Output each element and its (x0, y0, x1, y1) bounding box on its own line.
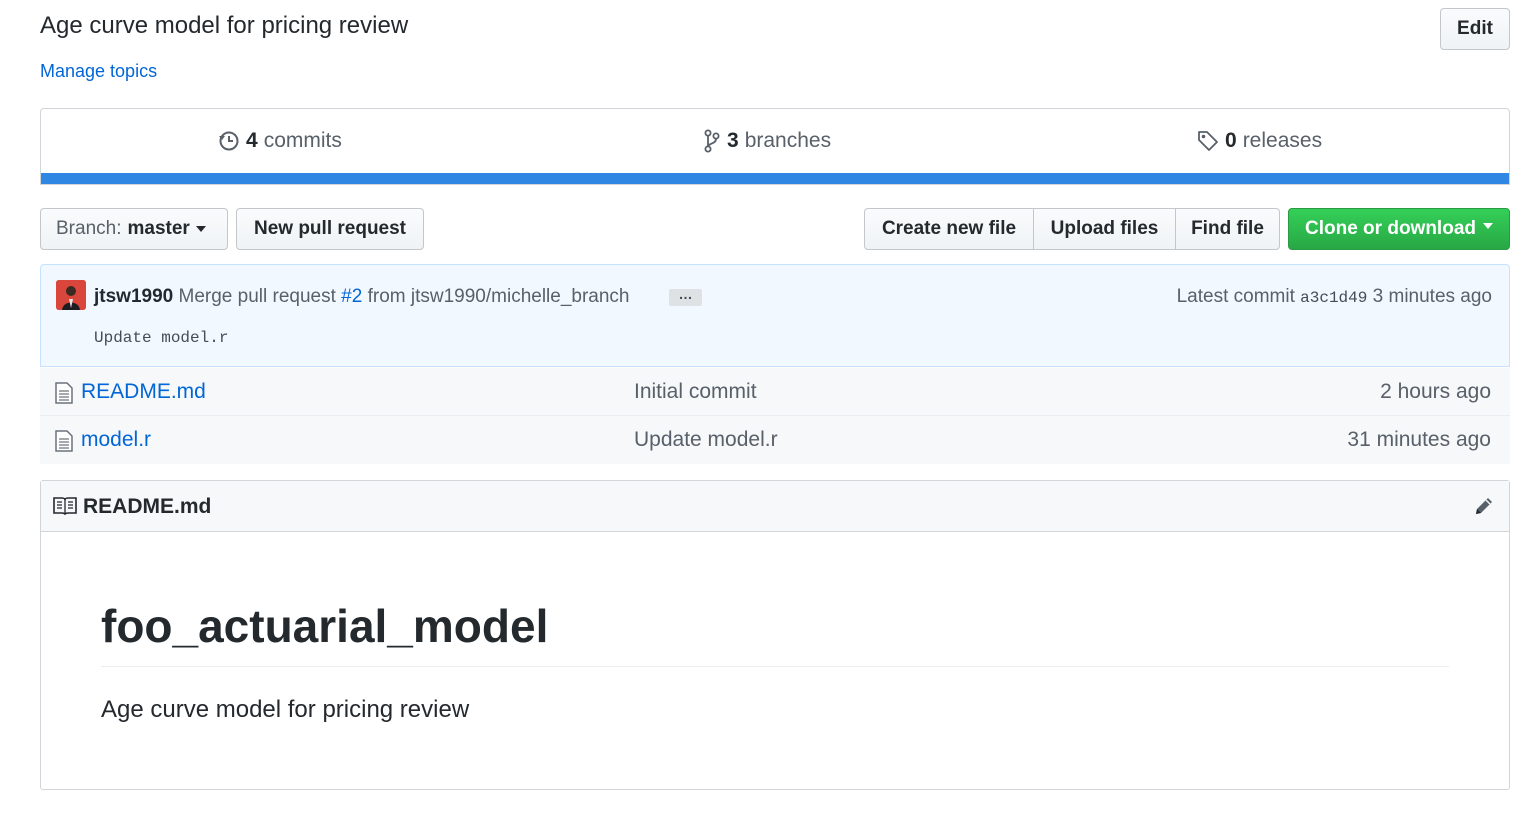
releases-link[interactable]: 0 releases (1197, 128, 1322, 154)
latest-commit-info: Latest commit a3c1d49 3 minutes ago (1177, 286, 1492, 308)
dropdown-caret-icon (195, 226, 206, 232)
manage-topics-link[interactable]: Manage topics (40, 61, 157, 82)
history-icon (218, 130, 240, 152)
edit-button[interactable]: Edit (1440, 8, 1510, 50)
readme-body-text: Age curve model for pricing review (101, 696, 470, 723)
commits-link[interactable]: 4 commits (218, 128, 342, 154)
commit-message-suffix: from jtsw1990/michelle_branch (367, 286, 630, 307)
commit-author-link[interactable]: jtsw1990 (94, 286, 173, 307)
readme-header-title: README.md (83, 495, 212, 518)
table-row[interactable]: model.r Update model.r 31 minutes ago (40, 416, 1510, 464)
commits-label: commits (263, 129, 342, 152)
branches-count: 3 (727, 129, 739, 152)
file-icon (55, 382, 73, 404)
file-age: 31 minutes ago (1347, 428, 1491, 451)
readme-box: README.md foo_actuarial_model Age curve … (40, 480, 1510, 790)
file-icon (55, 430, 73, 452)
commit-time: 3 minutes ago (1372, 286, 1492, 307)
readme-heading-divider (101, 666, 1449, 667)
latest-commit-box (40, 264, 1510, 367)
branch-prefix: Branch: (56, 218, 122, 239)
branch-select-button[interactable]: Branch: master (40, 208, 228, 250)
dropdown-caret-icon (1483, 223, 1493, 229)
clone-or-download-button[interactable]: Clone or download (1288, 208, 1510, 250)
repo-description: Age curve model for pricing review (40, 12, 409, 39)
file-name-link[interactable]: model.r (81, 428, 151, 452)
releases-label: releases (1242, 129, 1323, 152)
readme-header: README.md (41, 481, 1509, 532)
find-file-button[interactable]: Find file (1175, 208, 1280, 250)
pull-request-link[interactable]: #2 (341, 286, 362, 307)
upload-files-button[interactable]: Upload files (1033, 208, 1176, 250)
avatar[interactable] (56, 280, 86, 310)
file-commit-message[interactable]: Update model.r (634, 428, 778, 452)
file-age: 2 hours ago (1380, 380, 1491, 403)
branch-name: master (127, 218, 190, 239)
book-icon (53, 497, 77, 515)
commit-sha-link[interactable]: a3c1d49 (1300, 289, 1367, 307)
file-name-link[interactable]: README.md (81, 380, 206, 404)
commit-expand-button[interactable]: … (669, 287, 702, 306)
new-pull-request-button[interactable]: New pull request (236, 208, 424, 250)
table-row[interactable]: README.md Initial commit 2 hours ago (40, 368, 1510, 416)
branches-label: branches (744, 129, 832, 152)
commit-message-line: jtsw1990 Merge pull request #2 from jtsw… (94, 286, 630, 308)
readme-heading: foo_actuarial_model (101, 600, 549, 652)
latest-commit-label: Latest commit (1176, 286, 1295, 307)
branch-icon (704, 129, 720, 153)
file-commit-message[interactable]: Initial commit (634, 380, 757, 404)
tag-icon (1197, 130, 1219, 152)
commit-message-prefix: Merge pull request (178, 286, 336, 307)
commit-description: Update model.r (94, 329, 229, 347)
language-bar[interactable] (41, 173, 1509, 184)
file-list: README.md Initial commit 2 hours ago mod… (40, 368, 1510, 464)
commits-count: 4 (246, 129, 258, 152)
clone-or-download-label: Clone or download (1305, 218, 1476, 239)
create-new-file-button[interactable]: Create new file (864, 208, 1034, 250)
releases-count: 0 (1225, 129, 1237, 152)
branches-link[interactable]: 3 branches (704, 128, 831, 154)
pencil-icon[interactable] (1473, 495, 1495, 517)
